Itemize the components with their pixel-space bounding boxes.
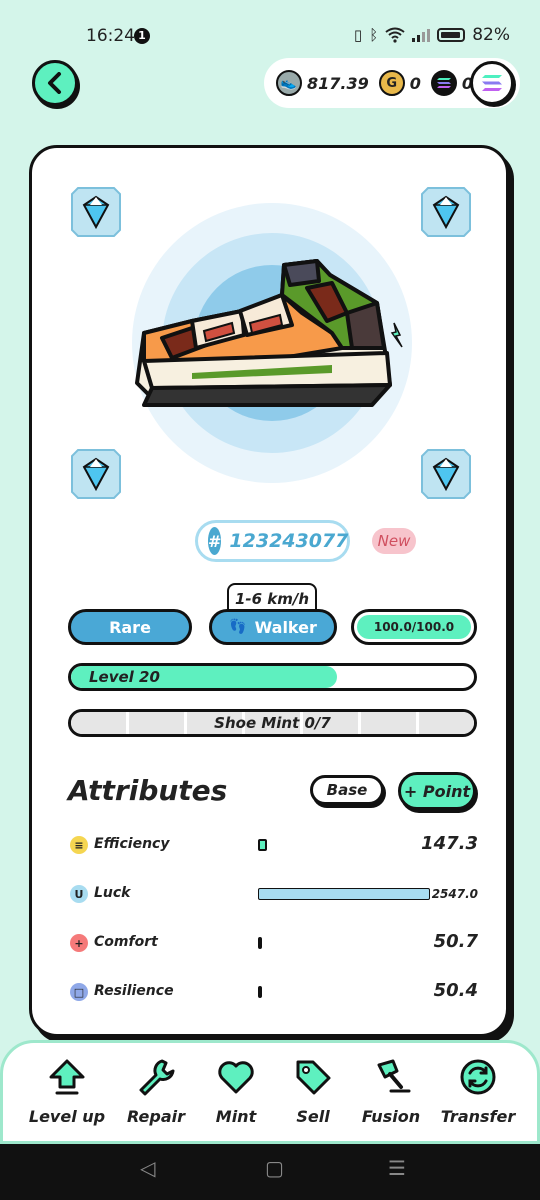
level-label: Level 20 — [89, 668, 160, 686]
solana-icon — [482, 75, 502, 91]
add-point-button[interactable]: + Point — [398, 772, 476, 810]
nav-recents-icon[interactable]: ☰ — [388, 1156, 406, 1180]
shoe-actions-bar: Level up Repair Mint Sell Fusion Transfe… — [0, 1040, 540, 1144]
level-up-arrow-icon — [49, 1059, 85, 1095]
notification-count-badge: 1 — [134, 28, 150, 44]
level-progress-bar: Level 20 — [68, 663, 477, 691]
transfer-icon — [460, 1059, 496, 1095]
luck-icon: U — [70, 885, 88, 903]
attribute-value: 2547.0 — [431, 887, 478, 901]
attribute-name: Resilience — [94, 983, 174, 999]
balance-solana[interactable]: 0 — [430, 70, 473, 96]
shoe-id: 123243077 — [229, 530, 349, 552]
base-button[interactable]: Base — [310, 775, 384, 805]
attribute-name: Comfort — [94, 934, 158, 950]
gem-socket-icon[interactable] — [420, 186, 472, 238]
wallet-balance-bar: 👟 817.39 G 0 0 — [264, 58, 520, 108]
chain-select-button[interactable] — [470, 61, 514, 105]
shoe-id-pill[interactable]: # 123243077 — [195, 520, 350, 562]
durability-meter[interactable]: 100.0/100.0 — [351, 609, 477, 645]
battery-icon — [437, 28, 466, 42]
attribute-bar — [258, 937, 262, 949]
hammer-icon — [377, 1059, 411, 1093]
attribute-value: 50.4 — [433, 980, 478, 1001]
attribute-bar — [258, 986, 262, 998]
battery-percent: 82% — [472, 25, 510, 45]
sell-button[interactable]: Sell — [273, 1057, 353, 1126]
solana-icon — [430, 70, 457, 96]
system-nav-bar: ◁ ▢ ☰ — [0, 1144, 540, 1200]
mint-button[interactable]: Mint — [196, 1057, 276, 1126]
attribute-value: 147.3 — [421, 833, 478, 854]
attribute-bar — [258, 839, 267, 851]
gem-socket-icon[interactable] — [70, 448, 122, 500]
gold-coin-icon: G — [378, 70, 405, 96]
nav-back-icon[interactable]: ◁ — [140, 1156, 155, 1180]
balance-gold-coin[interactable]: G 0 — [378, 70, 421, 96]
shoe-token-icon: 👟 — [276, 70, 302, 96]
transfer-button[interactable]: Transfer — [438, 1057, 518, 1126]
footprint-icon: 👣 — [229, 619, 247, 635]
attribute-row-efficiency: ≡ Efficiency 147.3 — [68, 830, 478, 860]
shoe-detail-card: # 123243077 New 1-6 km/h Rare 👣 Walker 1… — [29, 145, 509, 1037]
signal-icon — [412, 29, 431, 42]
level-up-button[interactable]: Level up — [27, 1057, 107, 1126]
attribute-bar — [258, 888, 430, 900]
vibrate-icon: ▯ — [353, 26, 363, 44]
rarity-badge[interactable]: Rare — [68, 609, 192, 645]
new-badge: New — [372, 528, 416, 554]
gem-socket-icon[interactable] — [70, 186, 122, 238]
attribute-row-comfort: + Comfort 50.7 — [68, 928, 478, 958]
heart-icon — [218, 1061, 254, 1094]
shoe-image — [132, 203, 412, 483]
bluetooth-icon: ᛒ — [369, 26, 379, 44]
hash-icon: # — [208, 527, 222, 555]
repair-button[interactable]: Repair — [116, 1057, 196, 1126]
attributes-title: Attributes — [68, 774, 228, 807]
attribute-row-luck: U Luck 2547.0 — [68, 879, 478, 909]
shoe-mint-label: Shoe Mint 0/7 — [214, 714, 331, 732]
balance-shoe-token[interactable]: 👟 817.39 — [276, 70, 369, 96]
nav-home-icon[interactable]: ▢ — [265, 1156, 284, 1180]
status-time: 16:24 — [86, 26, 135, 46]
shoe-type-badge[interactable]: 👣 Walker — [209, 609, 337, 645]
chevron-left-icon — [48, 72, 61, 94]
price-tag-icon — [296, 1060, 331, 1095]
comfort-icon: + — [70, 934, 88, 952]
shoe-mint-bar: Shoe Mint 0/7 — [68, 709, 477, 737]
attribute-row-resilience: □ Resilience 50.4 — [68, 977, 478, 1007]
attribute-value: 50.7 — [433, 931, 478, 952]
efficiency-icon: ≡ — [70, 836, 88, 854]
attribute-name: Luck — [94, 885, 131, 901]
gem-socket-icon[interactable] — [420, 448, 472, 500]
durability-value: 100.0/100.0 — [357, 615, 471, 639]
resilience-icon: □ — [70, 983, 88, 1001]
wrench-icon — [139, 1059, 175, 1096]
fusion-button[interactable]: Fusion — [351, 1057, 431, 1126]
wifi-icon — [385, 27, 405, 43]
back-button[interactable] — [32, 60, 78, 106]
attribute-name: Efficiency — [94, 836, 170, 852]
